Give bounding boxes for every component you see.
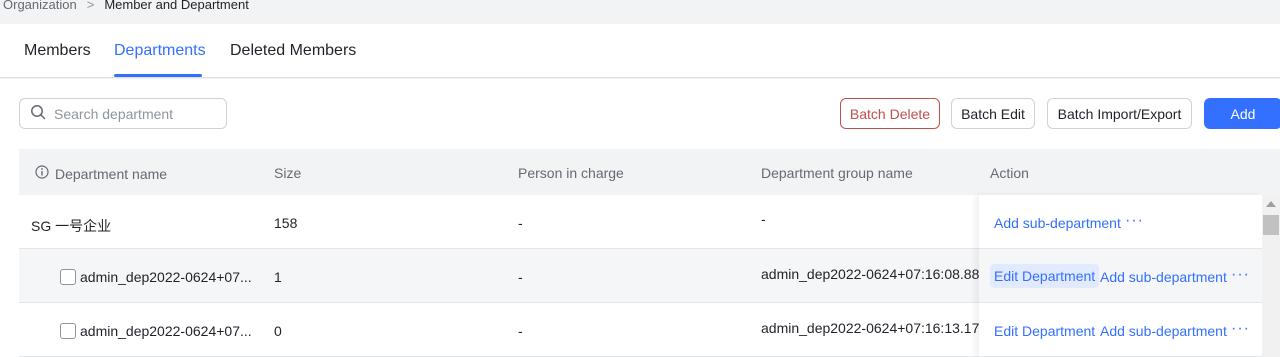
more-icon[interactable]: ··· [1231, 266, 1250, 284]
department-size: 0 [274, 323, 282, 339]
header-action: Action [990, 165, 1029, 181]
edit-department-link[interactable]: Edit Department [994, 323, 1095, 339]
breadcrumb-current: Member and Department [104, 0, 249, 12]
tab-deleted-members[interactable]: Deleted Members [230, 42, 356, 60]
header-person-in-charge: Person in charge [518, 165, 624, 181]
header-size: Size [274, 165, 302, 181]
header-department-name[interactable]: Department name [35, 165, 167, 182]
department-name: admin_dep2022-0624+07... [80, 269, 252, 285]
search-input[interactable] [54, 105, 214, 122]
header-department-name-label: Department name [55, 165, 168, 182]
breadcrumb: Organization > Member and Department [3, 0, 249, 16]
search-box[interactable] [19, 98, 227, 129]
add-button[interactable]: Add [1204, 98, 1280, 129]
department-group-name: admin_dep2022-0624+07:16:13.172 [761, 320, 979, 336]
tab-departments[interactable]: Departments [114, 42, 206, 60]
search-icon [30, 104, 46, 123]
action-column: Add sub-department ··· Edit Department A… [979, 195, 1262, 357]
person-in-charge: - [518, 323, 523, 339]
row-checkbox[interactable] [60, 323, 76, 339]
department-size: 1 [274, 269, 282, 285]
action-cell: Add sub-department ··· [979, 195, 1262, 249]
active-tab-indicator [114, 74, 202, 77]
department-group-name: - [761, 211, 766, 227]
breadcrumb-root[interactable]: Organization [3, 0, 77, 12]
row-checkbox[interactable] [60, 269, 76, 285]
department-group-name: admin_dep2022-0624+07:16:08.887 [761, 266, 979, 282]
department-name: SG 一号企业 [31, 218, 112, 234]
table-header: Department name Size Person in charge De… [19, 149, 1280, 195]
add-sub-department-link[interactable]: Add sub-department [994, 215, 1121, 231]
batch-edit-button[interactable]: Batch Edit [951, 98, 1035, 129]
more-icon[interactable]: ··· [1125, 212, 1144, 230]
info-circle-icon [35, 165, 49, 182]
header-department-group-name: Department group name [761, 165, 913, 181]
scroll-up-arrow-icon[interactable] [1266, 201, 1276, 207]
person-in-charge: - [518, 215, 523, 231]
scroll-thumb[interactable] [1263, 215, 1279, 235]
tab-members[interactable]: Members [24, 42, 91, 60]
main-content: Batch Delete Batch Edit Batch Import/Exp… [0, 79, 1280, 357]
batch-import-export-button[interactable]: Batch Import/Export [1047, 98, 1192, 129]
edit-department-link[interactable]: Edit Department [990, 264, 1100, 288]
breadcrumb-chevron-icon: > [86, 0, 95, 12]
vertical-scrollbar[interactable] [1262, 195, 1280, 357]
more-icon[interactable]: ··· [1231, 320, 1250, 338]
batch-delete-button[interactable]: Batch Delete [840, 98, 940, 129]
action-cell: Edit Department Add sub-department ··· [979, 249, 1262, 303]
add-sub-department-link[interactable]: Add sub-department [1100, 323, 1227, 339]
action-cell: Edit Department Add sub-department ··· [979, 303, 1262, 357]
department-size: 158 [274, 215, 298, 231]
tabs-bar: Members Departments Deleted Members [0, 24, 1280, 78]
add-sub-department-link[interactable]: Add sub-department [1100, 269, 1227, 285]
person-in-charge: - [518, 269, 523, 285]
department-name: admin_dep2022-0624+07... [80, 323, 252, 339]
